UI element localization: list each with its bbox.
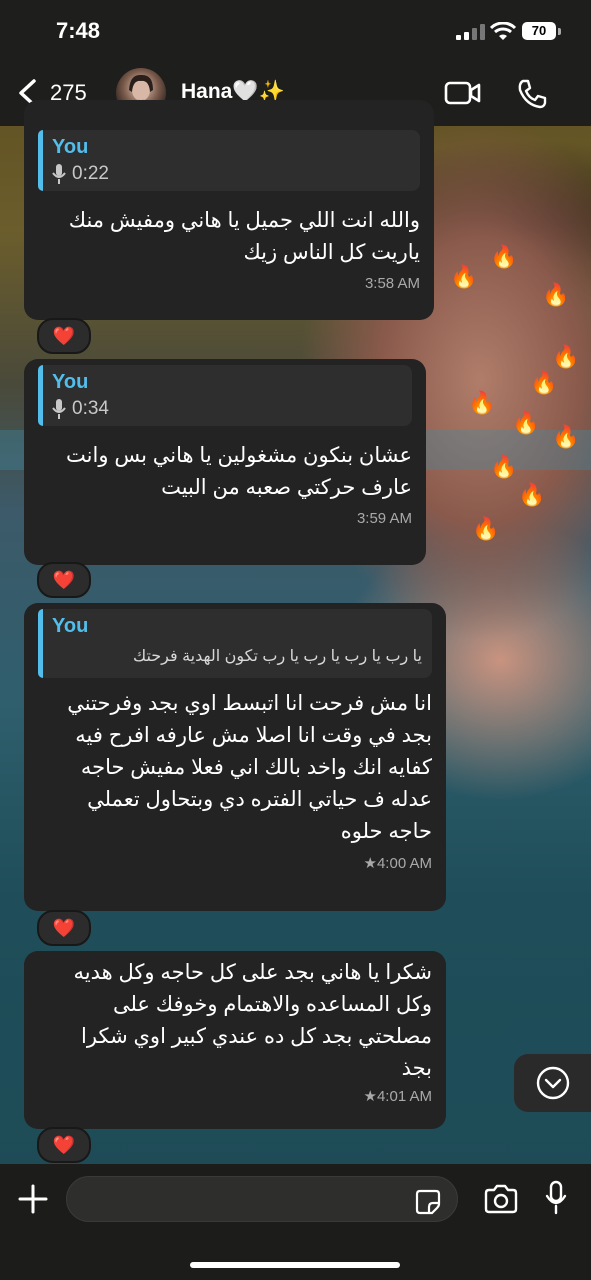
message-line: وكل المساعده والاهتمام وخوفك على bbox=[112, 993, 432, 1016]
flame-decoration: 🔥 bbox=[490, 454, 518, 479]
message-time: ★4:01 AM bbox=[363, 1088, 432, 1105]
flame-decoration: 🔥 bbox=[518, 482, 546, 507]
quote-author: You bbox=[52, 136, 89, 158]
flame-decoration: 🔥 bbox=[468, 390, 496, 415]
message-line: عشان بنكون مشغولين يا هاني بس وانت bbox=[66, 444, 412, 467]
flame-decoration: 🔥 bbox=[552, 344, 580, 369]
battery-tip bbox=[558, 28, 561, 35]
message-bubble[interactable]: شكرا يا هاني بجد على كل حاجه وكل هديه وك… bbox=[24, 951, 446, 1129]
microphone-icon bbox=[52, 164, 66, 184]
battery-indicator: 70 bbox=[522, 22, 556, 40]
microphone-icon bbox=[52, 399, 66, 419]
message-text: والله انت اللي جميل يا هاني ومفيش منك يا… bbox=[38, 205, 420, 269]
cellular-signal-icon bbox=[456, 24, 486, 40]
flame-decoration: 🔥 bbox=[530, 370, 558, 395]
message-time: ★4:00 AM bbox=[363, 855, 432, 872]
flame-decoration: 🔥 bbox=[450, 264, 478, 289]
clock: 7:48 bbox=[56, 18, 101, 43]
message-line: بجد في وقت انا اصلا مش عارفه افرح فيه bbox=[75, 724, 432, 747]
flame-decoration: 🔥 bbox=[552, 424, 580, 449]
message-line: انا مش فرحت انا اتبسط اوي بجد وفرحتني bbox=[67, 692, 432, 715]
voice-duration: 0:22 bbox=[72, 163, 109, 184]
message-line: حاجه حلوه bbox=[340, 820, 432, 843]
quote-author: You bbox=[52, 615, 89, 637]
camera-icon[interactable] bbox=[483, 1184, 519, 1214]
quoted-message[interactable]: You يا رب يا رب يا رب يا رب تكون الهدية … bbox=[38, 609, 432, 678]
scroll-to-bottom-button[interactable] bbox=[514, 1054, 591, 1112]
voice-duration: 0:34 bbox=[72, 398, 109, 419]
sticker-icon[interactable] bbox=[414, 1188, 442, 1216]
message-line: مصلحتي بجد كل ده عندي كبير اوي شكرا bbox=[81, 1025, 432, 1048]
reaction-heart[interactable]: ❤️ bbox=[37, 1127, 91, 1163]
reaction-heart[interactable]: ❤️ bbox=[37, 562, 91, 598]
message-line: بجذ bbox=[401, 1057, 432, 1080]
message-input[interactable] bbox=[66, 1176, 458, 1222]
message-line: ياريت كل الناس زيك bbox=[243, 241, 420, 264]
flame-decoration: 🔥 bbox=[542, 282, 570, 307]
message-line: شكرا يا هاني بجد على كل حاجه وكل هديه bbox=[73, 961, 432, 984]
message-bubble[interactable]: You 0:34 عشان بنكون مشغولين يا هاني بس و… bbox=[24, 359, 426, 565]
message-bubble[interactable]: You يا رب يا رب يا رب يا رب تكون الهدية … bbox=[24, 603, 446, 911]
message-line: عدله ف حياتي الفتره دي وبتحاول تعملي bbox=[87, 788, 432, 811]
microphone-icon[interactable] bbox=[545, 1180, 567, 1216]
message-text: عشان بنكون مشغولين يا هاني بس وانت عارف … bbox=[38, 440, 412, 504]
quote-text: يا رب يا رب يا رب يا رب تكون الهدية فرحت… bbox=[132, 648, 422, 665]
quoted-message[interactable]: You 0:22 bbox=[38, 130, 420, 191]
reaction-heart[interactable]: ❤️ bbox=[37, 910, 91, 946]
flame-decoration: 🔥 bbox=[490, 244, 518, 269]
reaction-heart[interactable]: ❤️ bbox=[37, 318, 91, 354]
voice-note-reference: 0:34 bbox=[52, 398, 402, 420]
plus-icon[interactable] bbox=[16, 1182, 50, 1216]
message-time: 3:58 AM bbox=[364, 275, 420, 292]
flame-decoration: 🔥 bbox=[512, 410, 540, 435]
message-time: 3:59 AM bbox=[356, 510, 412, 527]
home-indicator bbox=[190, 1262, 400, 1268]
flame-decoration: 🔥 bbox=[472, 516, 500, 541]
message-text: شكرا يا هاني بجد على كل حاجه وكل هديه وك… bbox=[38, 957, 432, 1085]
wifi-icon bbox=[490, 22, 516, 40]
message-line: عارف حركتي صعبه من البيت bbox=[161, 476, 412, 499]
message-line: كفايه انك واخد بالك اني فعلا مفيش حاجه bbox=[80, 756, 432, 779]
quote-author: You bbox=[52, 371, 89, 393]
scroll-down-icon bbox=[536, 1066, 570, 1100]
phone-icon[interactable] bbox=[516, 78, 548, 110]
quoted-message[interactable]: You 0:34 bbox=[38, 365, 412, 426]
video-camera-icon[interactable] bbox=[444, 80, 482, 106]
message-line: والله انت اللي جميل يا هاني ومفيش منك bbox=[68, 209, 420, 232]
status-bar: 7:48 70 bbox=[0, 0, 591, 62]
voice-note-reference: 0:22 bbox=[52, 163, 410, 185]
message-bubble[interactable]: You 0:22 والله انت اللي جميل يا هاني ومف… bbox=[24, 100, 434, 320]
message-text: انا مش فرحت انا اتبسط اوي بجد وفرحتني بج… bbox=[38, 688, 432, 848]
